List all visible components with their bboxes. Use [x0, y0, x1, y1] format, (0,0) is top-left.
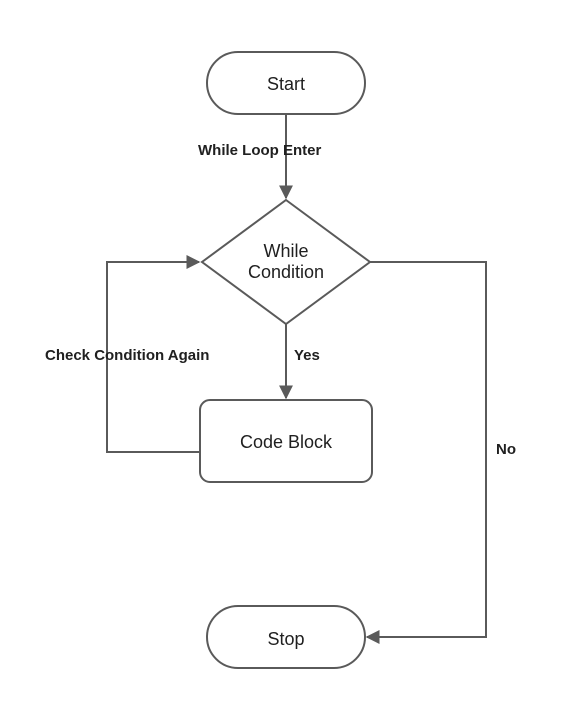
condition-node: While Condition — [202, 200, 370, 324]
condition-label-2: Condition — [248, 262, 324, 282]
start-node: Start — [207, 52, 365, 114]
condition-label-1: While — [263, 241, 308, 261]
edge-yes: Yes — [286, 324, 320, 398]
edge-loop-back: Check Condition Again — [45, 262, 209, 452]
stop-node: Stop — [207, 606, 365, 668]
edge-no: No — [367, 262, 516, 637]
edge-enter: While Loop Enter — [198, 114, 321, 198]
edge-enter-label: While Loop Enter — [198, 142, 321, 159]
start-label: Start — [267, 74, 305, 94]
stop-label: Stop — [267, 629, 304, 649]
code-block-label: Code Block — [240, 432, 333, 452]
edge-loop-back-label: Check Condition Again — [45, 347, 209, 364]
edge-yes-label: Yes — [294, 347, 320, 364]
edge-no-label: No — [496, 441, 516, 458]
code-block-node: Code Block — [200, 400, 372, 482]
